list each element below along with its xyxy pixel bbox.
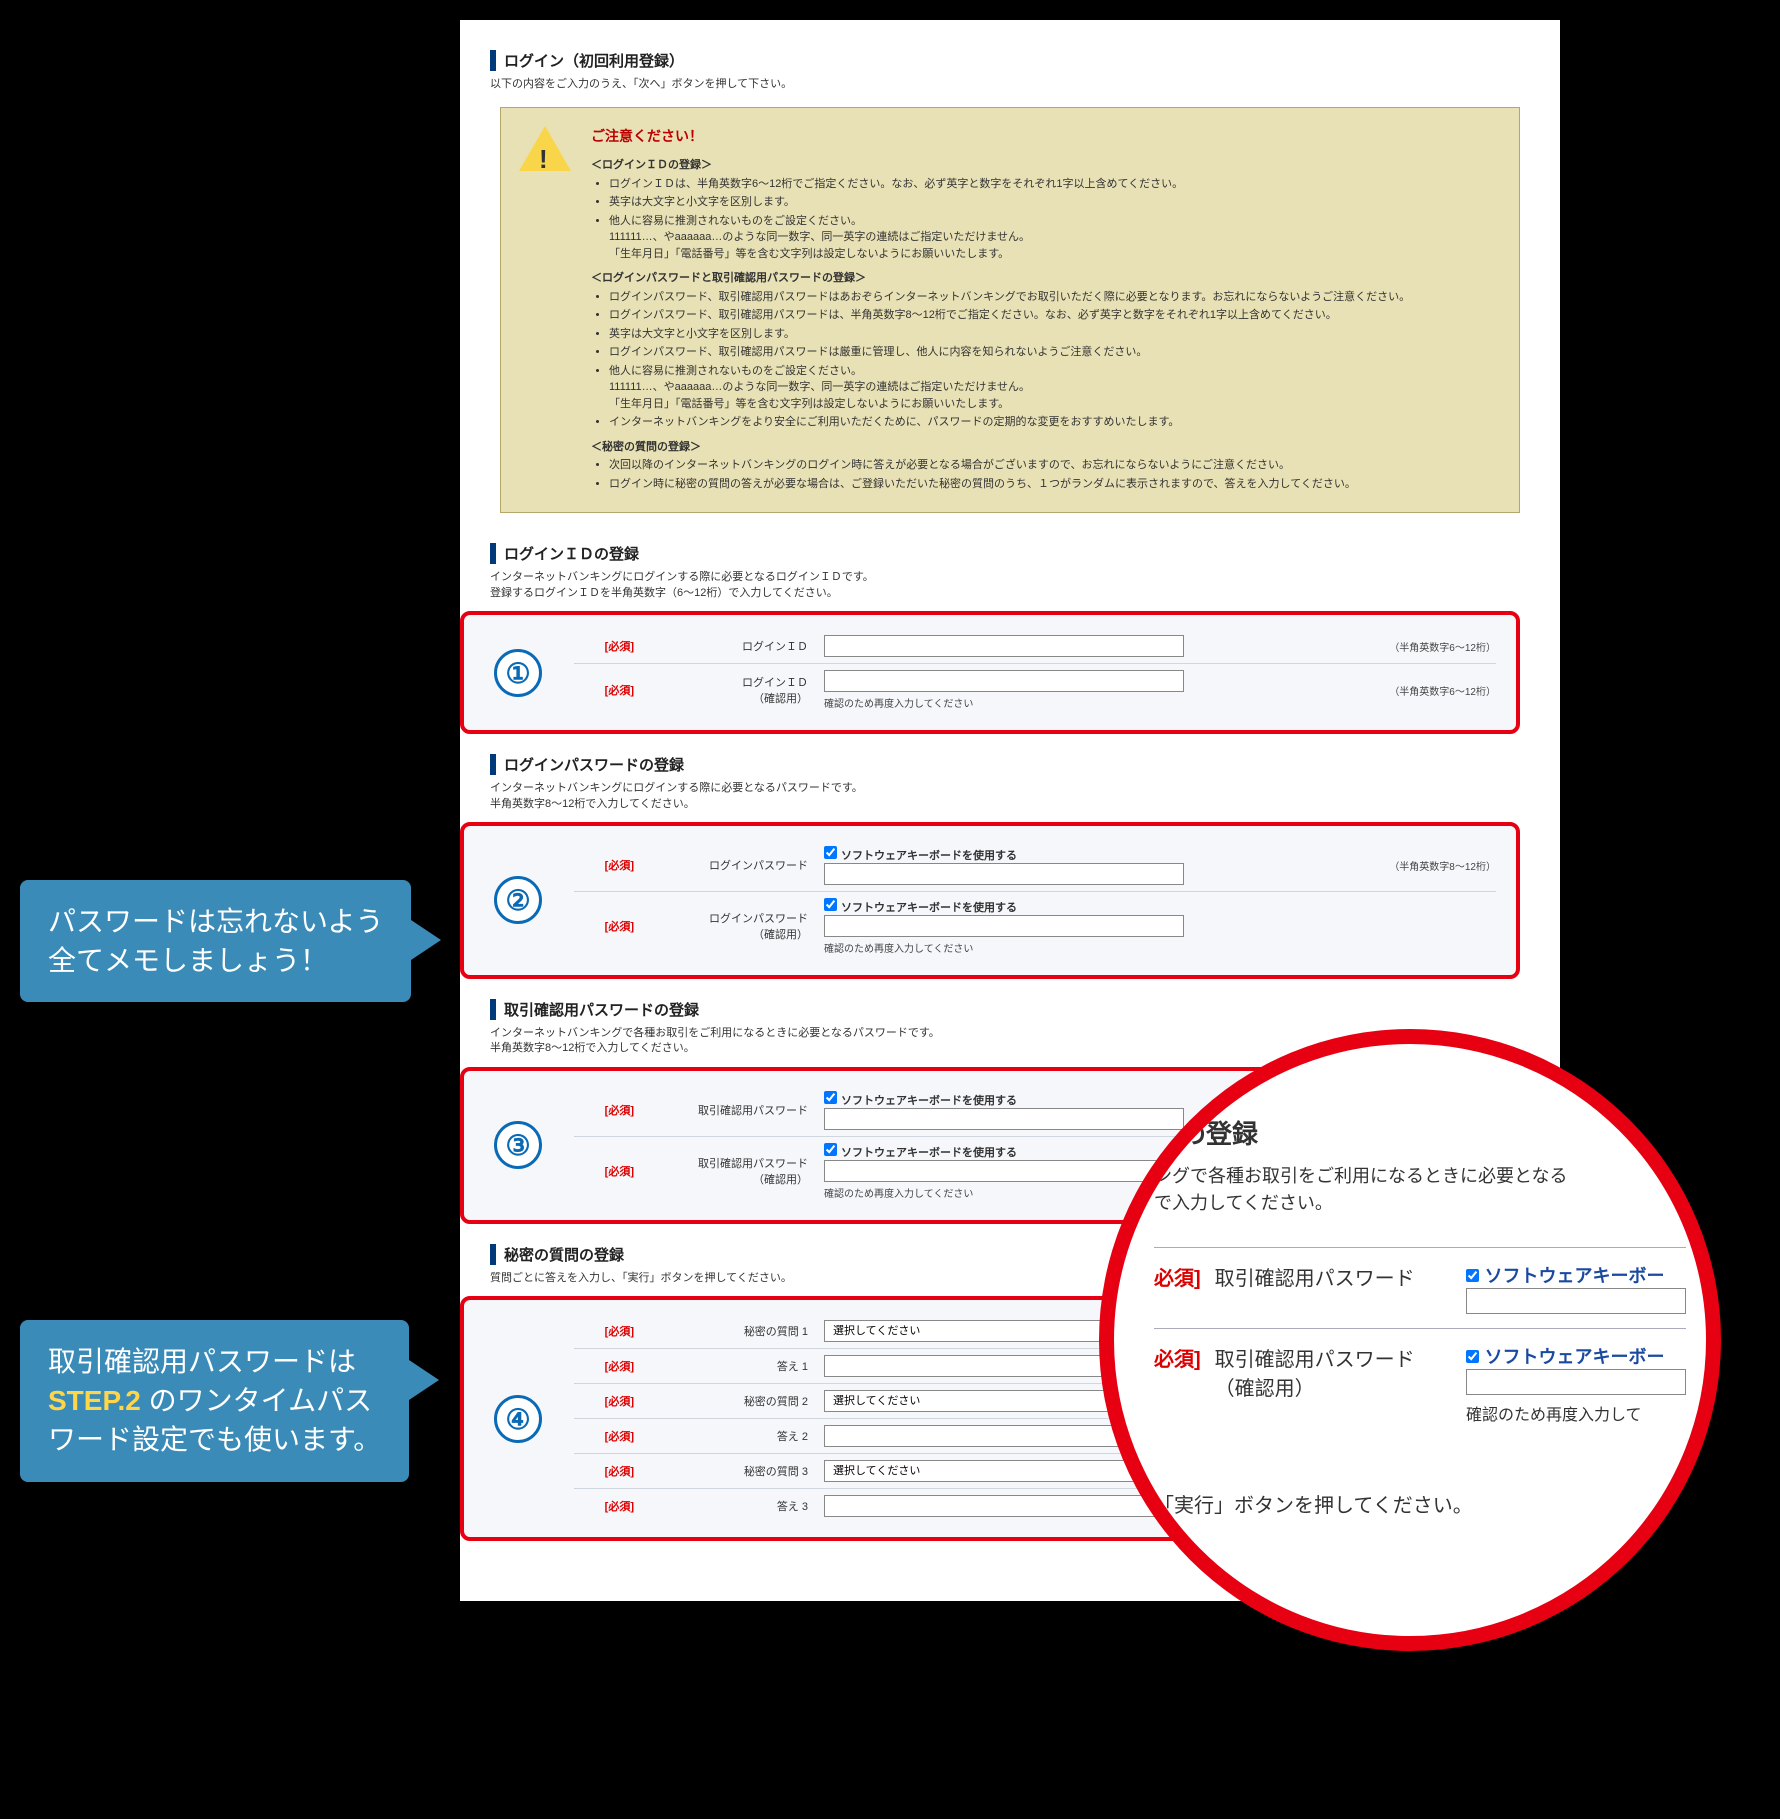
step-badge-1: ① — [494, 649, 542, 697]
soft-keyboard-checkbox[interactable] — [824, 1143, 837, 1156]
required-label: [必須] — [574, 1393, 634, 1409]
notice-title: ご注意ください！ — [591, 126, 1501, 147]
notice-sub2: ＜ログインパスワードと取引確認用パスワードの登録＞ — [591, 270, 1501, 287]
zoom-title: ドの登録 — [1154, 1114, 1686, 1151]
zoom-reenter-note: 確認のため再度入力して — [1466, 1401, 1686, 1425]
page-title: ログイン（初回利用登録） — [490, 50, 1530, 71]
step-badge-4: ④ — [494, 1395, 542, 1443]
callout-memo-passwords: パスワードは忘れないよう 全てメモしましょう！ — [20, 880, 411, 1002]
frame-login-id: ① [必須] ログインＩＤ （半角英数字6～12桁） [必須] ログインＩＤ （… — [460, 611, 1520, 734]
section3-title: 取引確認用パスワードの登録 — [490, 999, 1530, 1020]
required-label: [必須] — [574, 1358, 634, 1374]
required-label: [必須] — [574, 857, 634, 873]
zoom-label-tx-password-confirm: 取引確認用パスワード （確認用） — [1215, 1343, 1452, 1401]
notice-sub3: ＜秘密の質問の登録＞ — [591, 439, 1501, 456]
section1-title: ログインＩＤの登録 — [490, 543, 1530, 564]
zoom-desc: ングで各種お取引をご利用になるときに必要となる で入力してください。 — [1154, 1163, 1686, 1217]
required-label: [必須] — [574, 1463, 634, 1479]
required-label: [必須] — [574, 1498, 634, 1514]
hint-login-id: （半角英数字6～12桁） — [1389, 639, 1496, 654]
required-label: [必須] — [574, 1323, 634, 1339]
tx-password-confirm-input[interactable] — [824, 1160, 1184, 1182]
notice-list-3: 次回以降のインターネットバンキングのログイン時に答えが必要となる場合がございます… — [609, 457, 1501, 492]
zoom-lens: ドの登録 ングで各種お取引をご利用になるときに必要となる で入力してください。 … — [1100, 1030, 1720, 1650]
section2-desc: インターネットバンキングにログインする際に必要となるパスワードです。 半角英数字… — [490, 781, 1530, 812]
label-answer-1: 答え 1 — [644, 1358, 814, 1374]
callout-tx-password-step2: 取引確認用パスワードは STEP.2 のワンタイムパス ワード設定でも使います。 — [20, 1320, 409, 1482]
section1-desc: インターネットバンキングにログインする際に必要となるログインＩＤです。 登録する… — [490, 570, 1530, 601]
label-tx-password: 取引確認用パスワード — [644, 1102, 814, 1118]
required-label: [必須] — [574, 638, 634, 654]
tx-password-input[interactable] — [824, 1108, 1184, 1130]
required-label: [必須] — [574, 1428, 634, 1444]
hint-login-pw: （半角英数字8～12桁） — [1389, 858, 1496, 873]
notice-box: ご注意ください！ ＜ログインＩＤの登録＞ ログインＩＤは、半角英数字6～12桁で… — [500, 107, 1520, 513]
section2-title: ログインパスワードの登録 — [490, 754, 1530, 775]
soft-keyboard-checkbox[interactable] — [824, 1091, 837, 1104]
label-answer-3: 答え 3 — [644, 1498, 814, 1514]
label-tx-password-confirm: 取引確認用パスワード （確認用） — [644, 1155, 814, 1187]
label-login-id-confirm: ログインＩＤ （確認用） — [644, 674, 814, 706]
required-label: [必須] — [574, 918, 634, 934]
login-id-input[interactable] — [824, 635, 1184, 657]
reenter-note: 確認のため再度入力してください — [824, 695, 1369, 710]
zoom-label-tx-password: 取引確認用パスワード — [1215, 1262, 1452, 1291]
zoom-tx-password-confirm-input[interactable] — [1466, 1369, 1686, 1395]
label-answer-2: 答え 2 — [644, 1428, 814, 1444]
soft-keyboard-checkbox[interactable] — [824, 898, 837, 911]
notice-list-2: ログインパスワード、取引確認用パスワードはあおぞらインターネットバンキングでお取… — [609, 289, 1501, 431]
login-password-input[interactable] — [824, 863, 1184, 885]
frame-login-password: ② [必須] ログインパスワード ソフトウェアキーボードを使用する （半角英数字… — [460, 822, 1520, 979]
label-login-password-confirm: ログインパスワード （確認用） — [644, 910, 814, 942]
login-id-confirm-input[interactable] — [824, 670, 1184, 692]
zoom-content: ドの登録 ングで各種お取引をご利用になるときに必要となる で入力してください。 … — [1154, 1114, 1686, 1518]
step2-label: STEP.2 — [48, 1385, 141, 1416]
warning-icon — [519, 126, 571, 171]
answer-3-input[interactable] — [824, 1495, 1184, 1517]
required-label: [必須] — [574, 1102, 634, 1118]
step-badge-2: ② — [494, 876, 542, 924]
zoom-soft-keyboard-checkbox[interactable] — [1466, 1269, 1479, 1282]
label-question-1: 秘密の質問 1 — [644, 1323, 814, 1339]
login-password-confirm-input[interactable] — [824, 915, 1184, 937]
zoom-required: 必須] — [1154, 1343, 1201, 1372]
zoom-soft-keyboard-checkbox[interactable] — [1466, 1350, 1479, 1363]
notice-list-1: ログインＩＤは、半角英数字6～12桁でご指定ください。なお、必ず英字と数字をそれ… — [609, 176, 1501, 263]
label-login-id: ログインＩＤ — [644, 638, 814, 654]
soft-keyboard-checkbox[interactable] — [824, 846, 837, 859]
label-question-2: 秘密の質問 2 — [644, 1393, 814, 1409]
label-login-password: ログインパスワード — [644, 857, 814, 873]
zoom-tx-password-input[interactable] — [1466, 1288, 1686, 1314]
hint-login-id-confirm: （半角英数字6～12桁） — [1389, 683, 1496, 698]
zoom-required: 必須] — [1154, 1262, 1201, 1291]
zoom-footer: 「実行」ボタンを押してください。 — [1154, 1489, 1686, 1518]
notice-sub1: ＜ログインＩＤの登録＞ — [591, 157, 1501, 174]
page-subtext: 以下の内容をご入力のうえ、「次へ」ボタンを押して下さい。 — [490, 77, 1530, 92]
required-label: [必須] — [574, 682, 634, 698]
label-question-3: 秘密の質問 3 — [644, 1463, 814, 1479]
required-label: [必須] — [574, 1163, 634, 1179]
step-badge-3: ③ — [494, 1121, 542, 1169]
reenter-note: 確認のため再度入力してください — [824, 940, 1496, 955]
